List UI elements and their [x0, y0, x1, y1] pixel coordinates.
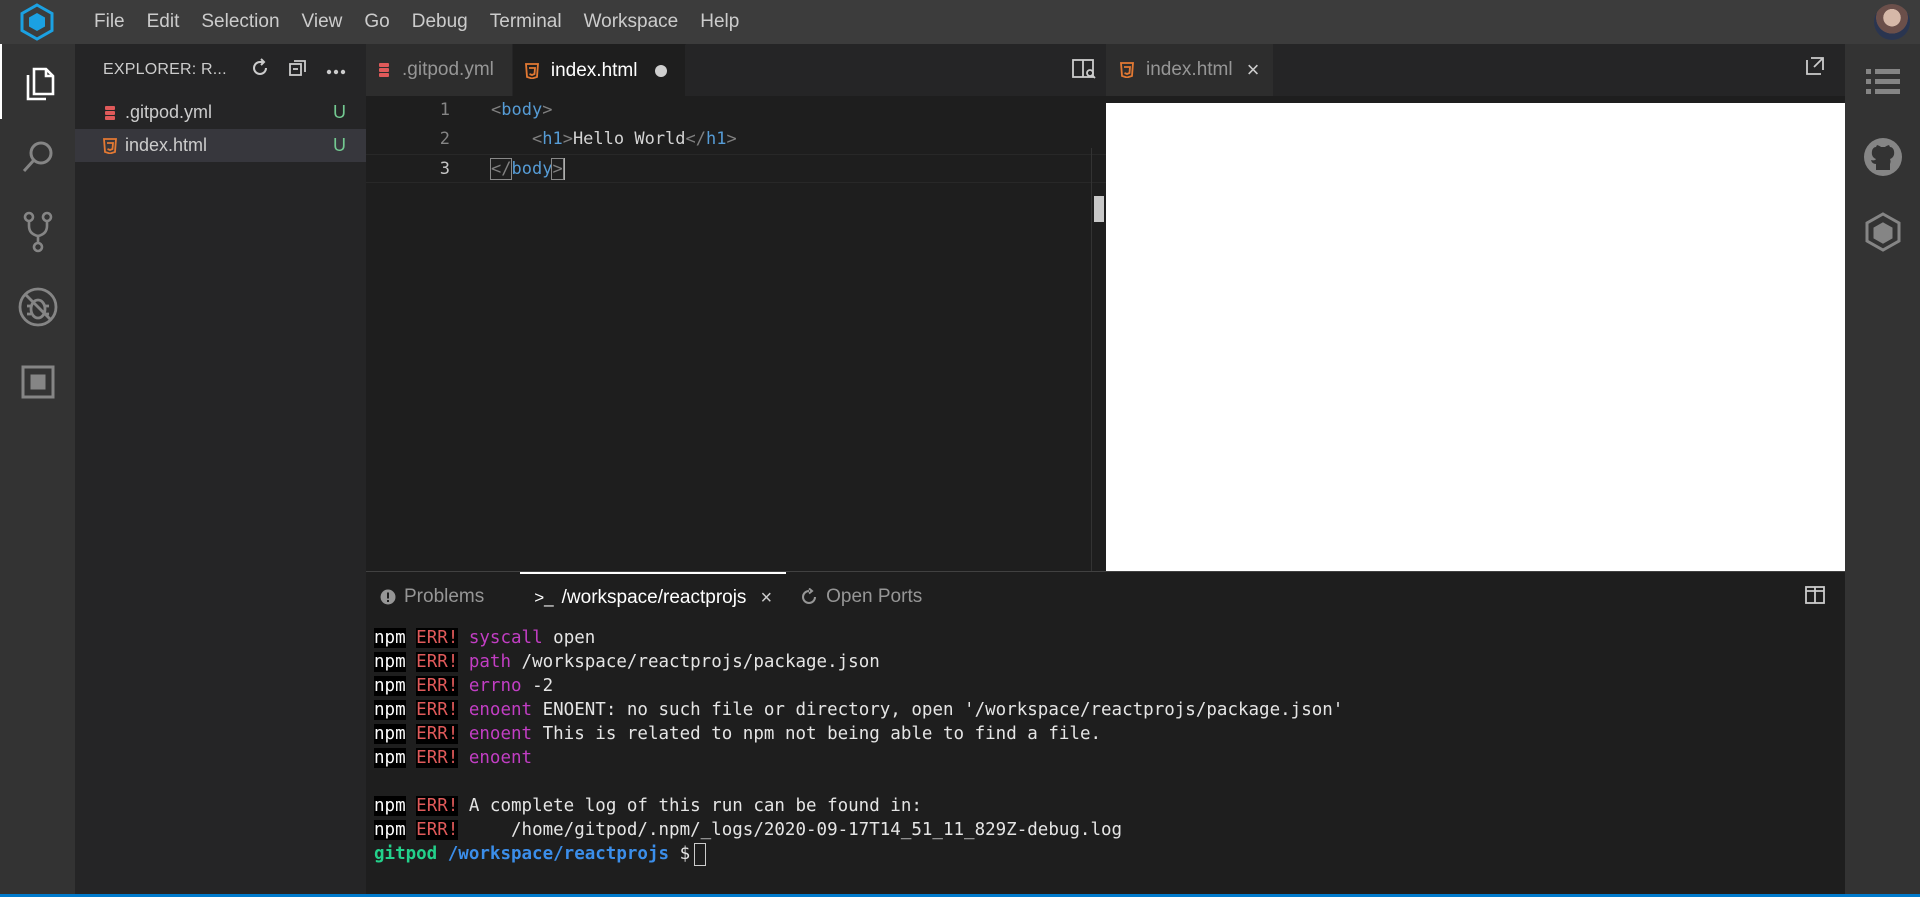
- line-number: 2: [439, 129, 450, 149]
- menu-edit[interactable]: Edit: [136, 0, 191, 44]
- menu-items: File Edit Selection View Go Debug Termin…: [74, 0, 750, 44]
- preview-frame[interactable]: [1106, 103, 1845, 571]
- terminal-line: npm ERR! /home/gitpod/.npm/_logs/2020-09…: [374, 820, 1123, 840]
- text-cursor: [562, 158, 565, 180]
- tab-preview-index-html[interactable]: index.html ×: [1106, 44, 1274, 96]
- code-line: 2 <h1>Hello World</h1>: [366, 125, 1106, 154]
- file-item-gitpod-yml[interactable]: .gitpod.yml U: [75, 96, 366, 129]
- tab-index-html[interactable]: index.html: [512, 44, 687, 96]
- tab-label: Open Ports: [826, 586, 923, 607]
- line-content: </body>: [489, 158, 565, 180]
- open-preview-side-icon[interactable]: [1072, 58, 1096, 85]
- bottom-panel: Problems >_ /workspace/reactprojs × Open…: [366, 571, 1845, 894]
- code-line-current: 3 </body>: [366, 154, 1106, 183]
- scrollbar-marker[interactable]: [1094, 196, 1104, 222]
- code-area[interactable]: 1 <body> 2 <h1>Hello World</h1> 3 </body…: [366, 96, 1106, 623]
- yaml-file-icon: [378, 62, 390, 78]
- git-status-badge: U: [333, 135, 346, 155]
- avatar[interactable]: [1874, 4, 1910, 40]
- tab-label: .gitpod.yml: [402, 59, 494, 80]
- line-content: <body>: [491, 100, 553, 120]
- html-file-icon: [524, 62, 539, 79]
- terminal-line: npm ERR! errno -2: [374, 676, 554, 696]
- debug-icon[interactable]: [0, 269, 75, 344]
- line-number: 3: [439, 159, 450, 179]
- code-line: 1 <body>: [366, 96, 1106, 125]
- menu-workspace[interactable]: Workspace: [573, 0, 690, 44]
- extensions-icon[interactable]: [0, 344, 75, 419]
- html-file-icon: [101, 137, 119, 154]
- panel-tab-bar: Problems >_ /workspace/reactprojs × Open…: [366, 572, 1845, 622]
- search-icon[interactable]: [0, 119, 75, 194]
- activity-bar: [0, 44, 75, 894]
- terminal-line: npm ERR! enoent This is related to npm n…: [374, 724, 1102, 744]
- terminal-line: npm ERR! syscall open: [374, 628, 596, 648]
- info-icon: [380, 589, 396, 605]
- open-source-icon[interactable]: [1805, 56, 1825, 81]
- git-status-badge: U: [333, 102, 346, 122]
- file-name: .gitpod.yml: [125, 102, 213, 122]
- terminal-line: npm ERR! enoent: [374, 748, 533, 768]
- file-item-index-html[interactable]: index.html U: [75, 129, 366, 162]
- menu-bar: File Edit Selection View Go Debug Termin…: [0, 0, 1920, 44]
- gitpod-logo-icon[interactable]: [0, 0, 74, 44]
- right-activity-bar: [1845, 44, 1920, 894]
- editor-tab-bar: .gitpod.yml index.html: [366, 44, 1106, 96]
- refresh-icon: [800, 588, 818, 606]
- menu-view[interactable]: View: [291, 0, 354, 44]
- file-name: index.html: [125, 135, 208, 155]
- terminal-icon: >_: [534, 588, 554, 607]
- menu-file[interactable]: File: [74, 0, 136, 44]
- tab-label: /workspace/reactprojs: [561, 587, 747, 608]
- html-file-icon: [1120, 62, 1134, 78]
- tab-label: index.html: [1146, 59, 1233, 80]
- overview-ruler: [1091, 148, 1092, 623]
- refresh-icon[interactable]: [250, 58, 270, 83]
- menu-go[interactable]: Go: [353, 0, 400, 44]
- tab-label: index.html: [550, 59, 638, 81]
- explorer-actions: [250, 58, 346, 83]
- collapse-all-icon[interactable]: [288, 58, 308, 83]
- menu-debug[interactable]: Debug: [401, 0, 479, 44]
- tab-label: Problems: [404, 586, 485, 607]
- line-number: 1: [439, 100, 450, 120]
- terminal-line: npm ERR! path /workspace/reactprojs/pack…: [374, 652, 880, 672]
- terminal-prompt: gitpod /workspace/reactprojs $: [374, 842, 1343, 866]
- terminal-cursor: [694, 842, 707, 866]
- explorer-header: EXPLORER: R...: [75, 44, 366, 96]
- more-actions-icon[interactable]: [326, 62, 346, 80]
- toggle-panel-layout-icon[interactable]: [1805, 586, 1825, 609]
- explorer-title: EXPLORER: R...: [103, 61, 227, 78]
- github-icon[interactable]: [1845, 119, 1920, 194]
- tab-terminal[interactable]: >_ /workspace/reactprojs ×: [520, 572, 787, 622]
- terminal-line: npm ERR! enoent ENOENT: no such file or …: [374, 700, 1344, 720]
- close-icon[interactable]: ×: [1247, 57, 1260, 83]
- terminal-line: npm ERR! A complete log of this run can …: [374, 796, 922, 816]
- explorer-icon[interactable]: [0, 44, 75, 119]
- explorer-sidebar: EXPLORER: R... .gitpod.yml U index.html …: [75, 44, 366, 894]
- preview-tab-bar: index.html ×: [1106, 44, 1845, 96]
- outline-list-icon[interactable]: [1845, 44, 1920, 119]
- close-icon[interactable]: ×: [760, 587, 772, 610]
- tab-problems[interactable]: Problems: [366, 572, 498, 622]
- code-editor-group: .gitpod.yml index.html 1 <body> 2 <h1>He…: [366, 44, 1106, 623]
- menu-terminal[interactable]: Terminal: [479, 0, 573, 44]
- yaml-file-icon: [101, 105, 119, 121]
- tab-gitpod-yml[interactable]: .gitpod.yml: [366, 44, 513, 96]
- menu-help[interactable]: Help: [689, 0, 750, 44]
- menu-selection[interactable]: Selection: [190, 0, 290, 44]
- unsaved-dot-icon[interactable]: [655, 64, 668, 77]
- gitpod-icon[interactable]: [1845, 194, 1920, 269]
- line-content: <h1>Hello World</h1>: [531, 129, 737, 149]
- tab-open-ports[interactable]: Open Ports: [786, 572, 936, 622]
- preview-editor-group: index.html ×: [1106, 44, 1845, 571]
- source-control-icon[interactable]: [0, 194, 75, 269]
- terminal-output[interactable]: npm ERR! syscall open npm ERR! path /work…: [374, 626, 1343, 866]
